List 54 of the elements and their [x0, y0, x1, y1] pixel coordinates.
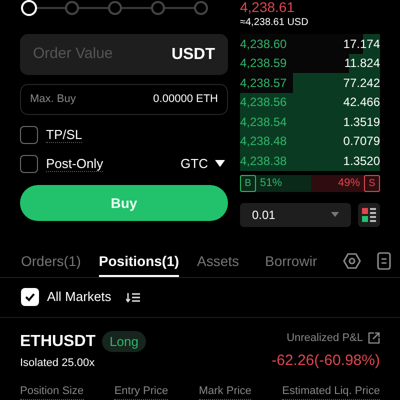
buy-percent: 51%	[260, 176, 282, 191]
sell-badge: S	[364, 174, 380, 192]
layout-button[interactable]	[358, 202, 380, 226]
bid-size: 1.3520	[343, 152, 380, 170]
max-buy-value: 0.00000 ETH	[153, 92, 218, 108]
bid-size: 77.242	[343, 74, 380, 92]
share-icon[interactable]	[368, 332, 380, 344]
settings-icon[interactable]	[343, 252, 362, 268]
tab[interactable]: Positions(1)	[98, 246, 180, 276]
option-label[interactable]: Post-Only	[46, 156, 104, 172]
checkbox[interactable]	[20, 126, 38, 144]
bid-price[interactable]: 4,238.54	[240, 112, 287, 131]
sort-icon[interactable]	[126, 291, 140, 303]
tab[interactable]: Borrowir	[257, 246, 326, 276]
usd-price: ≈4,238.61 USD	[240, 16, 310, 30]
bid-size: 11.824	[344, 55, 380, 72]
tab[interactable]: Assets	[197, 246, 240, 276]
caret-icon	[331, 212, 339, 217]
margin-label: Isolated 25.00x	[20, 356, 96, 370]
column-header: Estimated Liq. Price	[282, 382, 380, 400]
option-label[interactable]: TP/SL	[46, 126, 82, 142]
layout-icon	[362, 208, 376, 222]
filter-label[interactable]: All Markets	[47, 287, 112, 307]
side-badge: Long	[102, 330, 146, 352]
bid-size: 17.174	[343, 36, 380, 53]
column-header: Entry Price	[114, 382, 168, 400]
column-header: Position Size	[20, 382, 84, 400]
pnl-label: Unrealized P&L	[286, 330, 363, 346]
last-price: 4,238.61	[240, 0, 294, 14]
time-in-force-dropdown[interactable]: GTC	[180, 154, 228, 174]
pnl-value: -62.26(-60.98%)	[272, 351, 380, 371]
sell-percent: 49%	[338, 176, 360, 191]
bid-price[interactable]: 4,238.56	[240, 93, 287, 112]
check-icon	[24, 291, 36, 303]
bid-price[interactable]: 4,238.60	[240, 34, 287, 53]
bid-price[interactable]: 4,238.59	[240, 54, 287, 72]
bid-price[interactable]: 4,238.38	[240, 152, 287, 170]
tab[interactable]: Orders(1)	[21, 246, 81, 276]
precision-dropdown[interactable]: 0.01	[240, 202, 351, 226]
bid-size: 42.466	[343, 94, 380, 112]
column-header: Mark Price	[198, 382, 252, 400]
max-buy-label: Max. Buy	[30, 92, 76, 108]
buy-badge: B	[240, 174, 256, 192]
checkbox[interactable]	[20, 154, 38, 172]
unit-label: USDT	[171, 44, 215, 64]
symbol-label: ETHUSDT	[20, 332, 96, 352]
caret-icon	[215, 160, 225, 167]
bid-price[interactable]: 4,238.57	[240, 74, 287, 92]
slider[interactable]	[21, 0, 209, 16]
checkbox[interactable]	[21, 288, 39, 306]
bid-price[interactable]: 4,238.48	[240, 132, 287, 150]
document-icon[interactable]	[377, 252, 392, 270]
bid-size: 0.7079	[343, 133, 380, 150]
bid-size: 1.3519	[343, 114, 380, 131]
